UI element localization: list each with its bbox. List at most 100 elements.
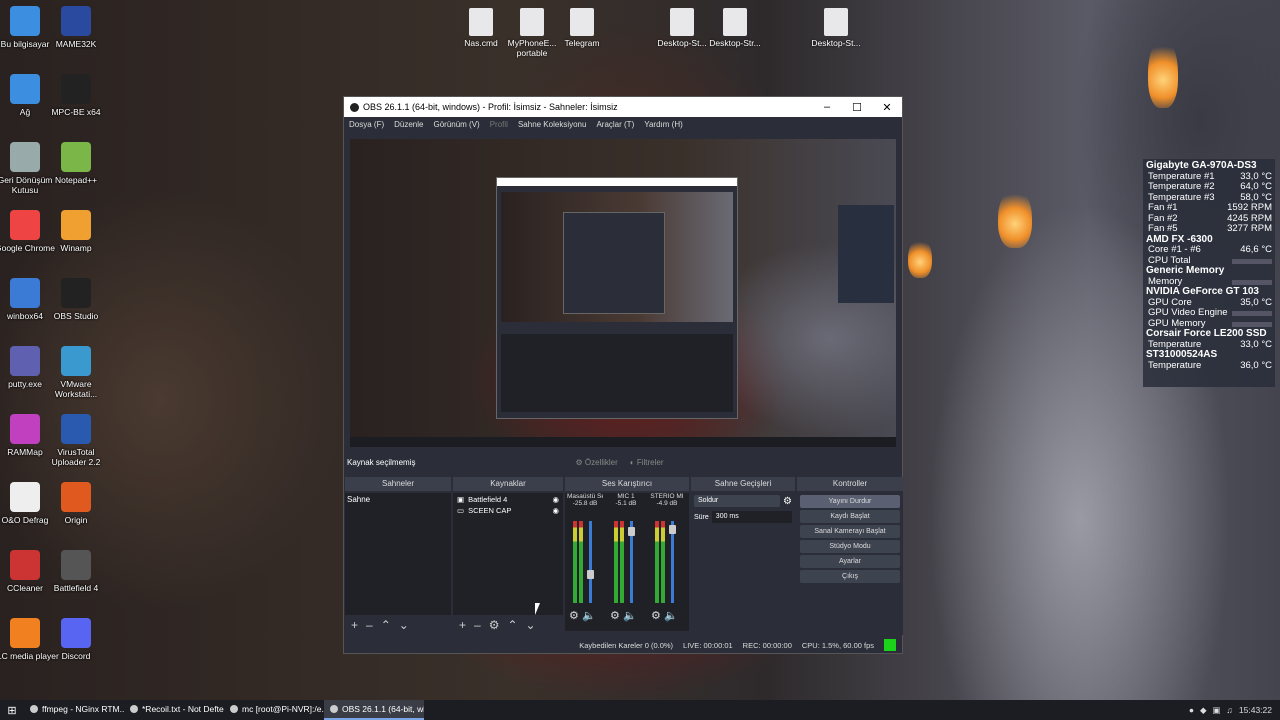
source-settings-icon[interactable]: ⚙: [489, 618, 500, 632]
eye-icon[interactable]: ◉: [552, 506, 559, 515]
volume-icon[interactable]: ♫: [1227, 705, 1233, 715]
desktop-icon-label: Desktop-Str...: [709, 38, 761, 48]
move-down-icon[interactable]: ⌄: [399, 618, 409, 632]
start-button[interactable]: ⊞: [0, 700, 24, 720]
desktop-icon[interactable]: Desktop-Str...: [706, 8, 764, 48]
desktop-icon[interactable]: MAME32K: [41, 6, 111, 49]
taskbar-item[interactable]: mc [root@Pi-NVR]:/e...: [224, 700, 324, 720]
eye-icon[interactable]: ◉: [552, 495, 559, 504]
desktop-icon[interactable]: Desktop-St...: [807, 8, 865, 48]
channel-db: -5.1 dB: [615, 500, 637, 507]
control-button[interactable]: Stüdyo Modu: [800, 540, 900, 553]
taskbar-item[interactable]: ffmpeg - NGinx RTM...: [24, 700, 124, 720]
move-down-icon[interactable]: ⌄: [526, 618, 536, 632]
putty-icon: [10, 346, 40, 376]
desktop-icon[interactable]: Battlefield 4: [41, 550, 111, 593]
menu-item[interactable]: Yardım (H): [644, 120, 683, 129]
close-icon[interactable]: ✕: [872, 101, 902, 114]
hw-section-title: NVIDIA GeForce GT 103: [1146, 286, 1259, 297]
control-button[interactable]: Kaydı Başlat: [800, 510, 900, 523]
fader-handle[interactable]: [628, 526, 635, 536]
winbox-icon: [10, 278, 40, 308]
menu-item[interactable]: Dosya (F): [349, 120, 384, 129]
filters-button[interactable]: ◐ Filtreler: [630, 458, 664, 467]
desktop-icon[interactable]: Desktop-St...: [653, 8, 711, 48]
speaker-icon[interactable]: 🔈: [582, 610, 596, 622]
gear-icon[interactable]: ⚙: [651, 610, 661, 622]
obs-title-bar[interactable]: OBS 26.1.1 (64-bit, windows) - Profil: İ…: [344, 97, 902, 117]
gear-icon[interactable]: ⚙: [783, 496, 792, 507]
control-button[interactable]: Çıkış: [800, 570, 900, 583]
desktop-icon[interactable]: MPC-BE x64: [41, 74, 111, 117]
control-button[interactable]: Ayarlar: [800, 555, 900, 568]
desktop-icon[interactable]: Winamp: [41, 210, 111, 253]
source-item[interactable]: ▭ SCEEN CAP ◉: [453, 506, 563, 515]
taskbar-item[interactable]: OBS 26.1.1 (64-bit, wi...: [324, 700, 424, 720]
desktop-icon[interactable]: Origin: [41, 482, 111, 525]
system-tray: ● ◆ ▣ ♫ 15:43:22: [1189, 705, 1280, 716]
desktop-icon[interactable]: OBS Studio: [41, 278, 111, 321]
hw-row: Temperature #2 64,0 °C: [1146, 181, 1272, 193]
control-button[interactable]: Sanal Kamerayı Başlat: [800, 525, 900, 538]
vlc-icon: [10, 618, 40, 648]
hw-value: 1592 RPM: [1227, 202, 1272, 213]
channel-name: MIC 1: [617, 493, 635, 500]
rammap-icon: [10, 414, 40, 444]
speaker-icon[interactable]: 🔈: [623, 610, 637, 622]
maximize-icon[interactable]: ☐: [842, 101, 872, 114]
desktop-icon[interactable]: Nas.cmd: [452, 8, 510, 48]
desktop-icon-label: Desktop-St...: [811, 38, 861, 48]
scene-item[interactable]: Sahne: [345, 493, 451, 506]
duration-input[interactable]: 300 ms: [711, 511, 792, 523]
control-button[interactable]: Yayını Durdur: [800, 495, 900, 508]
volume-fader[interactable]: [589, 521, 592, 603]
desktop-icon[interactable]: Discord: [41, 618, 111, 661]
desktop-icon[interactable]: VirusTotal Uploader 2.2: [41, 414, 111, 467]
virustotal-icon: [61, 414, 91, 444]
clock[interactable]: 15:43:22: [1239, 705, 1272, 715]
source-item[interactable]: ▣ Battlefield 4 ◉: [453, 493, 563, 506]
obs-window[interactable]: OBS 26.1.1 (64-bit, windows) - Profil: İ…: [343, 96, 903, 654]
desktop-icon[interactable]: Telegram: [553, 8, 611, 48]
controls-dock: Kontroller Yayını Durdur Kaydı Başlat Sana…: [797, 477, 903, 635]
hw-label: Fan #1: [1148, 202, 1178, 213]
hw-value: 33,0 °C: [1240, 338, 1272, 350]
minimize-icon[interactable]: –: [812, 101, 842, 114]
desktop-icon-label: Winamp: [60, 243, 92, 253]
menu-item[interactable]: Araçlar (T): [596, 120, 634, 129]
game-capture-icon: ▣: [457, 495, 465, 504]
network-icon[interactable]: ▣: [1213, 705, 1221, 716]
properties-button[interactable]: ⚙ Özellikler: [575, 458, 617, 467]
speaker-icon[interactable]: 🔈: [664, 610, 678, 622]
add-source-icon[interactable]: +: [459, 618, 466, 632]
add-scene-icon[interactable]: +: [351, 618, 358, 632]
desktop-icon[interactable]: Notepad++: [41, 142, 111, 185]
menu-item[interactable]: Düzenle: [394, 120, 423, 129]
nested-taskbar: [350, 437, 896, 447]
menu-item[interactable]: Profil: [490, 120, 508, 129]
menu-item[interactable]: Sahne Koleksiyonu: [518, 120, 587, 129]
transition-select[interactable]: Soldur: [694, 495, 781, 507]
fader-handle[interactable]: [669, 525, 676, 535]
taskbar-item[interactable]: *Recoil.txt - Not Defteri: [124, 700, 224, 720]
menu-item[interactable]: Görünüm (V): [433, 120, 479, 129]
battlefield-icon: [61, 550, 91, 580]
file-icon: [824, 8, 848, 36]
move-up-icon[interactable]: ⌃: [381, 618, 391, 632]
desktop-icon-label: Discord: [61, 651, 91, 661]
preview-canvas[interactable]: [350, 139, 896, 447]
remove-scene-icon[interactable]: –: [366, 618, 373, 632]
gear-icon[interactable]: ⚙: [569, 610, 579, 622]
desktop-icon[interactable]: VMware Workstati...: [41, 346, 111, 399]
remove-source-icon[interactable]: –: [474, 618, 481, 632]
desktop-icon-label: MAME32K: [55, 39, 97, 49]
fader-handle[interactable]: [587, 570, 594, 580]
tray-icon[interactable]: ●: [1189, 705, 1194, 715]
gear-icon[interactable]: ⚙: [610, 610, 620, 622]
tray-icon[interactable]: ◆: [1200, 705, 1207, 716]
obs-icon: [330, 705, 338, 713]
channel-name: STERIO MI: [650, 493, 684, 500]
move-up-icon[interactable]: ⌃: [507, 618, 517, 632]
volume-meter: [614, 521, 618, 603]
hw-value: [1232, 279, 1272, 285]
